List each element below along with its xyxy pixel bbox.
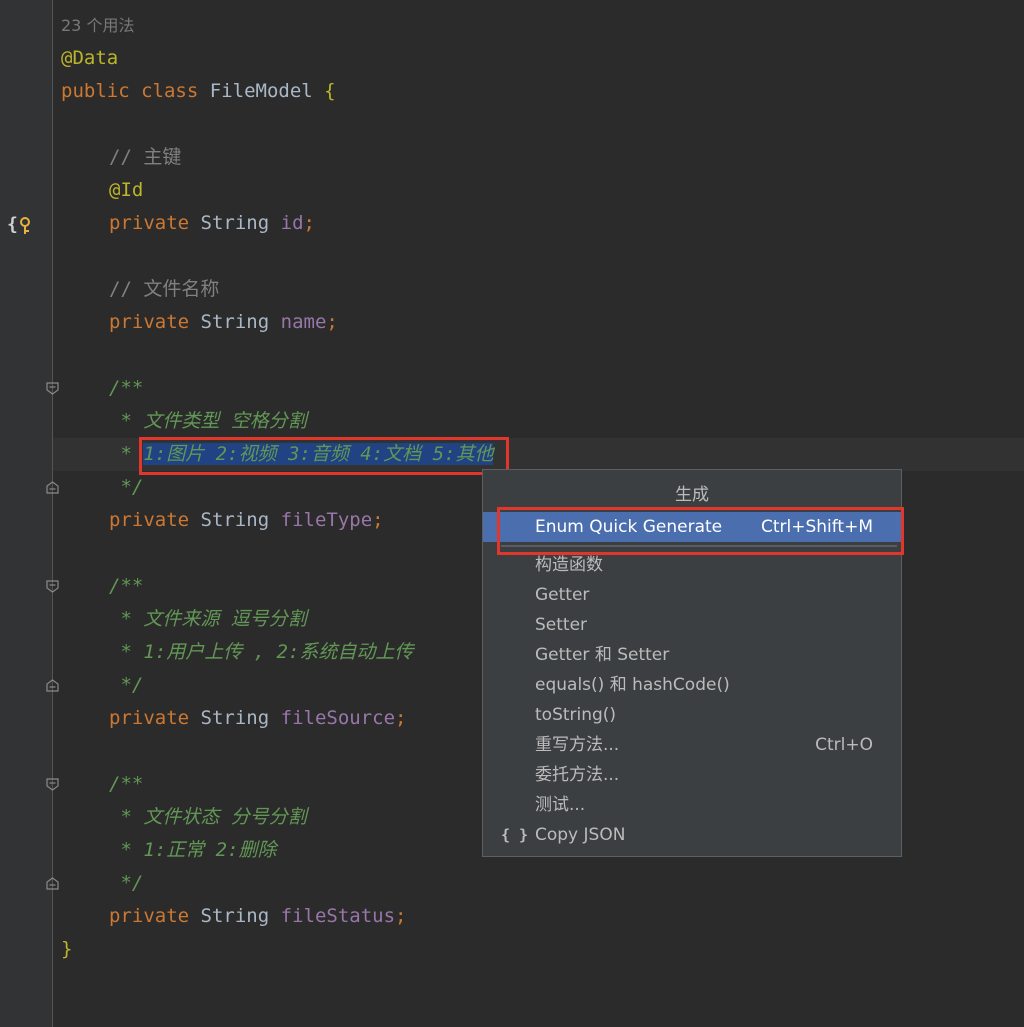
menu-item-getter-and-setter[interactable]: Getter 和 Setter xyxy=(483,640,901,670)
doc-comment: * 文件来源 逗号分割 xyxy=(109,608,307,630)
field-name: fileType xyxy=(280,509,373,531)
code-line[interactable]: private String name; xyxy=(109,306,338,339)
menu-item-label: 委托方法... xyxy=(535,765,620,785)
line-comment: // 主键 xyxy=(109,146,182,168)
menu-item-label: Copy JSON xyxy=(535,825,626,845)
field-name: fileSource xyxy=(280,707,396,729)
code-line[interactable]: } xyxy=(61,933,72,966)
json-braces-icon: { } xyxy=(501,826,529,844)
keyword: public xyxy=(61,80,130,102)
type-name: String xyxy=(200,509,270,531)
menu-item-label: 重写方法... xyxy=(535,735,620,755)
doc-comment: * 1:用户上传 , 2:系统自动上传 xyxy=(109,641,414,663)
code-line[interactable]: /** xyxy=(109,372,143,405)
doc-comment: * 文件类型 空格分割 xyxy=(109,410,307,432)
menu-item-shortcut: Ctrl+O xyxy=(815,735,873,755)
menu-item-getter[interactable]: Getter xyxy=(483,580,901,610)
menu-item-label: Getter xyxy=(535,585,590,605)
menu-item-label: equals() 和 hashCode() xyxy=(535,675,730,695)
keyword: private xyxy=(109,212,190,234)
semicolon: ; xyxy=(303,212,315,234)
menu-item-label: 测试... xyxy=(535,795,586,815)
code-line[interactable]: * 1:正常 2:删除 xyxy=(109,834,277,867)
field-name: id xyxy=(280,212,304,234)
fold-end-icon[interactable] xyxy=(46,877,59,890)
type-name: String xyxy=(200,707,270,729)
keyword: private xyxy=(109,311,190,333)
svg-text:{: { xyxy=(7,214,18,235)
type-name: String xyxy=(200,905,270,927)
class-name: FileModel xyxy=(209,80,313,102)
class-annotation: @Data xyxy=(61,47,119,69)
keyword: private xyxy=(109,707,190,729)
field-name: name xyxy=(280,311,327,333)
semicolon: ; xyxy=(372,509,384,531)
menu-item-test[interactable]: 测试... xyxy=(483,790,901,820)
semicolon: ; xyxy=(395,707,407,729)
fold-collapse-icon[interactable] xyxy=(46,778,59,791)
menu-item-label: Getter 和 Setter xyxy=(535,645,670,665)
usages-hint[interactable]: 23 个用法 xyxy=(61,9,134,42)
menu-item-equals-hashcode[interactable]: equals() 和 hashCode() xyxy=(483,670,901,700)
code-line[interactable]: private String fileSource; xyxy=(109,702,406,735)
brace: } xyxy=(61,938,73,960)
code-line[interactable]: * 1:用户上传 , 2:系统自动上传 xyxy=(109,636,413,669)
code-line[interactable]: // 文件名称 xyxy=(109,273,219,306)
code-line[interactable]: * 文件来源 逗号分割 xyxy=(109,603,307,636)
menu-item-copy-json[interactable]: { } Copy JSON xyxy=(483,820,901,850)
menu-item-delegate-methods[interactable]: 委托方法... xyxy=(483,760,901,790)
doc-comment: /** xyxy=(109,575,144,597)
doc-comment: /** xyxy=(109,377,144,399)
keyword: class xyxy=(141,80,199,102)
editor-gutter[interactable] xyxy=(0,0,52,1027)
code-line[interactable]: @Id xyxy=(109,174,143,207)
menu-item-label: Setter xyxy=(535,615,588,635)
field-name: fileStatus xyxy=(280,905,396,927)
code-line[interactable]: /** xyxy=(109,570,143,603)
doc-comment: */ xyxy=(109,872,144,894)
gutter-divider xyxy=(52,0,53,1027)
doc-comment: */ xyxy=(109,674,144,696)
type-name: String xyxy=(200,212,270,234)
brace: { xyxy=(324,80,336,102)
doc-comment: * 文件状态 分号分割 xyxy=(109,806,307,828)
fold-end-icon[interactable] xyxy=(46,679,59,692)
code-line[interactable]: */ xyxy=(109,471,143,504)
fold-end-icon[interactable] xyxy=(46,481,59,494)
code-line[interactable]: private String id; xyxy=(109,207,315,240)
menu-item-override-methods[interactable]: 重写方法... Ctrl+O xyxy=(483,730,901,760)
code-line[interactable]: private String fileStatus; xyxy=(109,900,406,933)
code-line[interactable]: public class FileModel { xyxy=(61,75,336,108)
code-line[interactable]: */ xyxy=(109,867,143,900)
semicolon: ; xyxy=(395,905,407,927)
doc-comment: /** xyxy=(109,773,144,795)
code-line[interactable]: */ xyxy=(109,669,143,702)
menu-title: 生成 xyxy=(675,485,709,505)
doc-comment: */ xyxy=(109,476,144,498)
code-line[interactable]: * 文件状态 分号分割 xyxy=(109,801,307,834)
line-comment: // 文件名称 xyxy=(109,278,220,300)
menu-item-tostring[interactable]: toString() xyxy=(483,700,901,730)
menu-item-highlight-box xyxy=(497,507,904,555)
menu-item-label: toString() xyxy=(535,705,617,725)
type-name: String xyxy=(200,311,270,333)
selection-highlight-box xyxy=(139,437,509,475)
fold-collapse-icon[interactable] xyxy=(46,382,59,395)
field-annotation: @Id xyxy=(109,179,144,201)
doc-comment: * 1:正常 2:删除 xyxy=(109,839,277,861)
keyword: private xyxy=(109,905,190,927)
code-line[interactable]: private String fileType; xyxy=(109,504,384,537)
semicolon: ; xyxy=(326,311,338,333)
code-line[interactable]: /** xyxy=(109,768,143,801)
code-line[interactable]: @Data xyxy=(61,42,118,75)
code-line[interactable]: * 文件类型 空格分割 xyxy=(109,405,307,438)
fold-collapse-icon[interactable] xyxy=(46,580,59,593)
keyword: private xyxy=(109,509,190,531)
field-lens-icon[interactable]: { xyxy=(6,210,34,238)
menu-item-setter[interactable]: Setter xyxy=(483,610,901,640)
code-line[interactable]: // 主键 xyxy=(109,141,181,174)
